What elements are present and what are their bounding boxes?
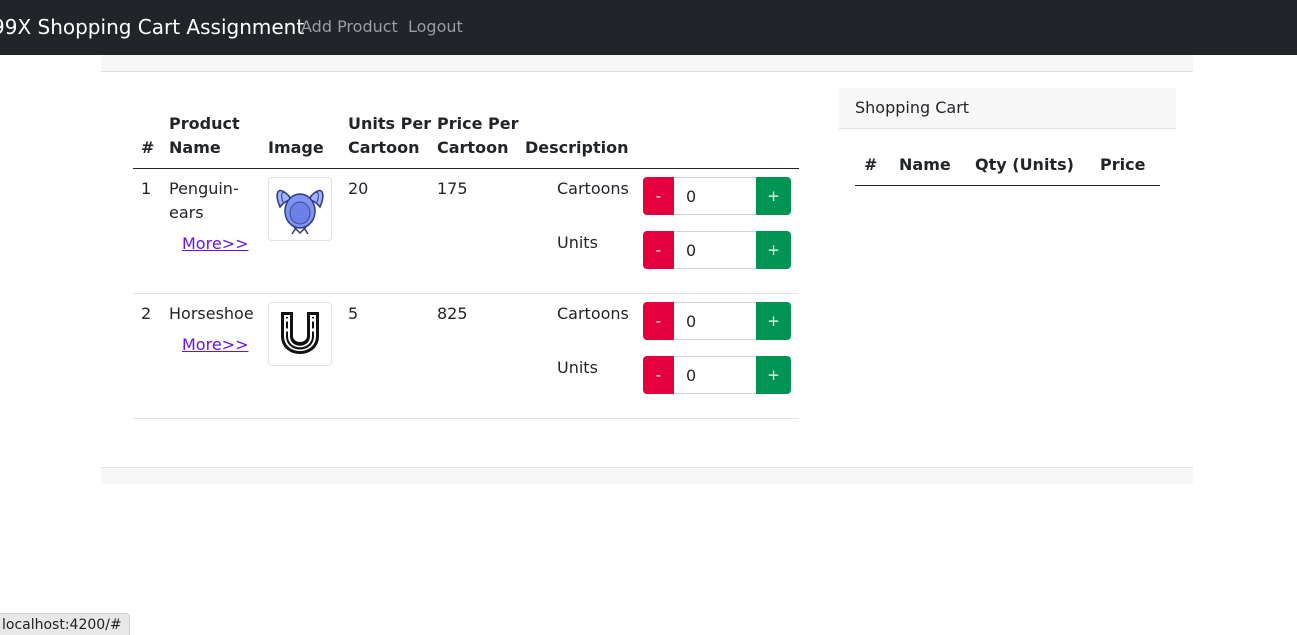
increment-cartoons-button[interactable]: + xyxy=(756,302,791,340)
decrement-units-button[interactable]: - xyxy=(643,231,674,269)
increment-units-button[interactable]: + xyxy=(756,231,791,269)
th-price-per-cartoon-line1: Price Per xyxy=(437,114,519,133)
units-per-cartoon: 5 xyxy=(348,304,359,323)
card-footer xyxy=(101,467,1193,484)
th-description: Description xyxy=(525,138,629,157)
table-header-divider xyxy=(133,168,799,169)
th-image: Image xyxy=(268,138,324,157)
cartoons-quantity-input[interactable] xyxy=(674,302,756,340)
penguin-ears-icon xyxy=(276,189,324,235)
th-product-name-line2: Name xyxy=(169,138,221,157)
units-quantity-stepper: - + xyxy=(643,356,791,394)
product-name-line2: ears xyxy=(169,203,204,222)
navbar: 99X Shopping Cart Assignment Add Product… xyxy=(0,0,1297,55)
th-number: # xyxy=(141,138,155,157)
cart-th-number: # xyxy=(864,155,878,174)
row-number: 1 xyxy=(141,179,152,198)
nav-link-add-product[interactable]: Add Product xyxy=(301,17,398,36)
units-quantity-input[interactable] xyxy=(674,356,756,394)
cartoons-quantity-input[interactable] xyxy=(674,177,756,215)
units-label: Units xyxy=(557,358,598,377)
status-bar-url: localhost:4200/# xyxy=(0,613,130,635)
units-per-cartoon: 20 xyxy=(348,179,369,198)
product-name-line1: Penguin- xyxy=(169,179,239,198)
increment-units-button[interactable]: + xyxy=(756,356,791,394)
decrement-cartoons-button[interactable]: - xyxy=(643,177,674,215)
row-divider xyxy=(133,293,799,294)
cart-th-name: Name xyxy=(899,155,951,174)
cartoons-label: Cartoons xyxy=(557,179,629,198)
cart-title: Shopping Cart xyxy=(855,98,970,117)
units-quantity-stepper: - + xyxy=(643,231,791,269)
more-link[interactable]: More>> xyxy=(182,333,248,357)
horseshoe-icon xyxy=(281,312,319,354)
row-divider xyxy=(133,418,799,419)
cart-header-divider xyxy=(855,185,1160,186)
card-header xyxy=(101,55,1193,72)
decrement-units-button[interactable]: - xyxy=(643,356,674,394)
more-link[interactable]: More>> xyxy=(182,232,248,256)
cart-th-price: Price xyxy=(1100,155,1146,174)
product-name-line1: Horseshoe xyxy=(169,304,254,323)
th-units-per-cartoon-line2: Cartoon xyxy=(348,138,420,157)
th-price-per-cartoon-line2: Cartoon xyxy=(437,138,509,157)
nav-link-logout[interactable]: Logout xyxy=(408,17,463,36)
navbar-brand[interactable]: 99X Shopping Cart Assignment xyxy=(0,15,304,39)
decrement-cartoons-button[interactable]: - xyxy=(643,302,674,340)
cart-th-qty: Qty (Units) xyxy=(975,155,1074,174)
price-per-cartoon: 825 xyxy=(437,304,468,323)
cartoons-quantity-stepper: - + xyxy=(643,177,791,215)
product-image xyxy=(268,177,332,241)
cartoons-label: Cartoons xyxy=(557,304,629,323)
row-number: 2 xyxy=(141,304,152,323)
cart-header: Shopping Cart xyxy=(839,88,1176,129)
price-per-cartoon: 175 xyxy=(437,179,468,198)
units-label: Units xyxy=(557,233,598,252)
th-product-name-line1: Product xyxy=(169,114,240,133)
th-units-per-cartoon-line1: Units Per xyxy=(348,114,432,133)
increment-cartoons-button[interactable]: + xyxy=(756,177,791,215)
units-quantity-input[interactable] xyxy=(674,231,756,269)
product-image xyxy=(268,302,332,366)
cartoons-quantity-stepper: - + xyxy=(643,302,791,340)
